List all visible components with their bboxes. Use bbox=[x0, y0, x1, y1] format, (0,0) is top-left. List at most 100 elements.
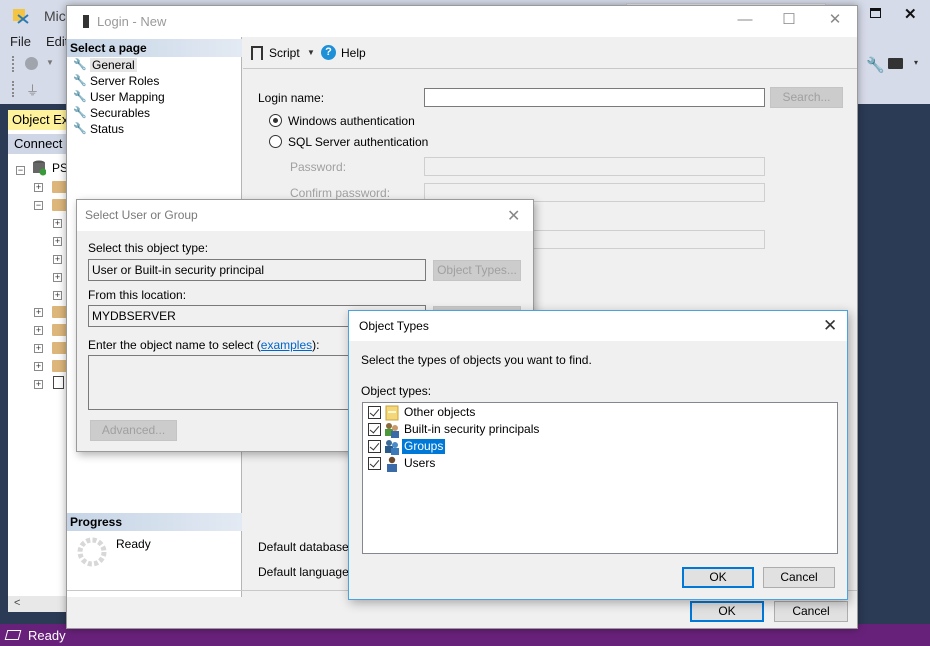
ssms-logo-icon bbox=[12, 7, 30, 25]
sql-auth-label[interactable]: SQL Server authentication bbox=[288, 135, 428, 149]
help-button[interactable]: Help bbox=[341, 46, 366, 60]
examples-link[interactable]: examples bbox=[261, 338, 312, 352]
object-types-instruction: Select the types of objects you want to … bbox=[361, 353, 592, 367]
collapse-icon[interactable]: − bbox=[16, 166, 25, 175]
list-item-other-objects[interactable]: Other objects bbox=[368, 404, 477, 421]
scroll-left-icon[interactable]: < bbox=[14, 597, 20, 609]
help-icon: ? bbox=[321, 45, 336, 60]
location-label: From this location: bbox=[88, 288, 187, 302]
object-types-title: Object Types bbox=[359, 319, 429, 333]
expand-icon[interactable]: + bbox=[34, 380, 43, 389]
toolbar-grip-icon bbox=[12, 56, 16, 72]
expand-icon[interactable]: + bbox=[53, 273, 62, 282]
default-language-label: Default language: bbox=[258, 565, 353, 579]
object-types-ok-button[interactable]: OK bbox=[682, 567, 754, 588]
folder-object-icon bbox=[384, 405, 400, 421]
builtin-security-principals-checkbox[interactable] bbox=[368, 423, 381, 436]
expand-icon[interactable]: + bbox=[53, 237, 62, 246]
expand-icon[interactable]: + bbox=[34, 362, 43, 371]
object-explorer-panel: − PSI + − + + + + + + + + + + bbox=[8, 130, 71, 610]
object-types-dialog: Object Types ✕ Select the types of objec… bbox=[348, 310, 848, 600]
password-label: Password: bbox=[290, 160, 347, 174]
group-icon bbox=[384, 439, 400, 455]
login-name-label: Login name: bbox=[258, 91, 325, 105]
wrench-icon: 🔧 bbox=[73, 59, 87, 71]
page-status[interactable]: 🔧 Status bbox=[73, 121, 124, 137]
object-types-button[interactable]: Object Types... bbox=[433, 260, 521, 281]
close-icon[interactable]: ✕ bbox=[904, 5, 917, 23]
expand-icon[interactable]: + bbox=[53, 255, 62, 264]
status-icon bbox=[4, 630, 22, 640]
list-item-users[interactable]: Users bbox=[368, 455, 437, 472]
horizontal-scrollbar[interactable]: < bbox=[8, 596, 70, 612]
page-server-roles[interactable]: 🔧 Server Roles bbox=[73, 73, 159, 89]
groups-checkbox[interactable] bbox=[368, 440, 381, 453]
server-icon bbox=[33, 160, 46, 176]
object-type-field: User or Built-in security principal bbox=[88, 259, 426, 281]
object-types-cancel-button[interactable]: Cancel bbox=[763, 567, 835, 588]
toolbar-overflow-icon[interactable]: ▾ bbox=[914, 58, 918, 67]
wrench-icon: 🔧 bbox=[73, 107, 87, 119]
ssms-window-controls: ✕ bbox=[862, 0, 930, 30]
expand-icon[interactable]: + bbox=[53, 291, 62, 300]
object-explorer-tab[interactable]: Object Explorer bbox=[8, 110, 70, 130]
select-user-title: Select User or Group bbox=[85, 208, 198, 222]
page-user-mapping[interactable]: 🔧 User Mapping bbox=[73, 89, 165, 105]
login-ok-button[interactable]: OK bbox=[690, 601, 764, 622]
object-types-list[interactable]: Other objects Built-in security principa… bbox=[362, 402, 838, 554]
confirm-password-label: Confirm password: bbox=[290, 186, 391, 200]
progress-header: Progress bbox=[67, 513, 242, 531]
object-types-title-bar: Object Types ✕ bbox=[349, 311, 847, 341]
default-database-label: Default database: bbox=[258, 540, 353, 554]
toolbox-icon[interactable] bbox=[888, 58, 903, 69]
connect-label: Connect bbox=[14, 136, 63, 151]
script-button[interactable]: Script bbox=[269, 46, 300, 60]
wrench-icon[interactable]: 🔧 bbox=[866, 56, 885, 74]
login-toolbar: Script ▼ ? Help bbox=[243, 37, 857, 69]
expand-icon[interactable]: + bbox=[34, 344, 43, 353]
expand-icon[interactable]: + bbox=[34, 183, 43, 192]
maximize-icon[interactable] bbox=[870, 8, 881, 18]
status-text: Ready bbox=[28, 628, 66, 643]
login-name-input[interactable] bbox=[424, 88, 765, 107]
page-securables[interactable]: 🔧 Securables bbox=[73, 105, 150, 121]
windows-auth-radio[interactable] bbox=[269, 114, 282, 127]
expand-icon[interactable]: + bbox=[34, 308, 43, 317]
close-button[interactable]: ✕ bbox=[823, 316, 837, 336]
toolbar-grip-icon bbox=[12, 81, 16, 97]
page-general[interactable]: 🔧 General bbox=[73, 57, 137, 73]
script-dropdown-icon[interactable]: ▼ bbox=[307, 48, 315, 57]
progress-spinner-icon bbox=[77, 537, 107, 567]
list-item-builtin-security-principals[interactable]: Built-in security principals bbox=[368, 421, 541, 438]
login-dialog-title: Login - New bbox=[97, 14, 167, 29]
maximize-button[interactable]: ☐ bbox=[779, 12, 799, 30]
list-item-groups[interactable]: Groups bbox=[368, 438, 446, 455]
back-icon[interactable] bbox=[25, 57, 38, 70]
users-checkbox[interactable] bbox=[368, 457, 381, 470]
sql-auth-radio[interactable] bbox=[269, 135, 282, 148]
object-types-list-label: Object types: bbox=[361, 384, 432, 398]
connect-plug-icon[interactable]: ⏚ bbox=[26, 80, 39, 99]
management-icon bbox=[53, 376, 64, 389]
expand-icon[interactable]: + bbox=[34, 326, 43, 335]
wrench-icon: 🔧 bbox=[73, 123, 87, 135]
login-cancel-button[interactable]: Cancel bbox=[774, 601, 848, 622]
close-button[interactable]: ✕ bbox=[825, 12, 845, 30]
select-user-title-bar: Select User or Group ✕ bbox=[77, 200, 533, 231]
collapse-icon[interactable]: − bbox=[34, 201, 43, 210]
expand-icon[interactable]: + bbox=[53, 219, 62, 228]
advanced-button[interactable]: Advanced... bbox=[90, 420, 177, 441]
login-dialog-icon bbox=[83, 15, 89, 28]
password-input[interactable] bbox=[424, 157, 765, 176]
object-type-label: Select this object type: bbox=[88, 241, 209, 255]
close-button[interactable]: ✕ bbox=[507, 206, 520, 226]
dropdown-icon[interactable]: ▼ bbox=[46, 58, 54, 67]
minimize-button[interactable]: — bbox=[735, 12, 755, 30]
progress-status: Ready bbox=[116, 537, 151, 551]
other-objects-checkbox[interactable] bbox=[368, 406, 381, 419]
windows-auth-label[interactable]: Windows authentication bbox=[288, 114, 415, 128]
menu-file[interactable]: File bbox=[10, 34, 31, 49]
connect-dropdown[interactable]: Connect bbox=[8, 134, 70, 154]
wrench-icon: 🔧 bbox=[73, 75, 87, 87]
search-button[interactable]: Search... bbox=[770, 87, 843, 108]
